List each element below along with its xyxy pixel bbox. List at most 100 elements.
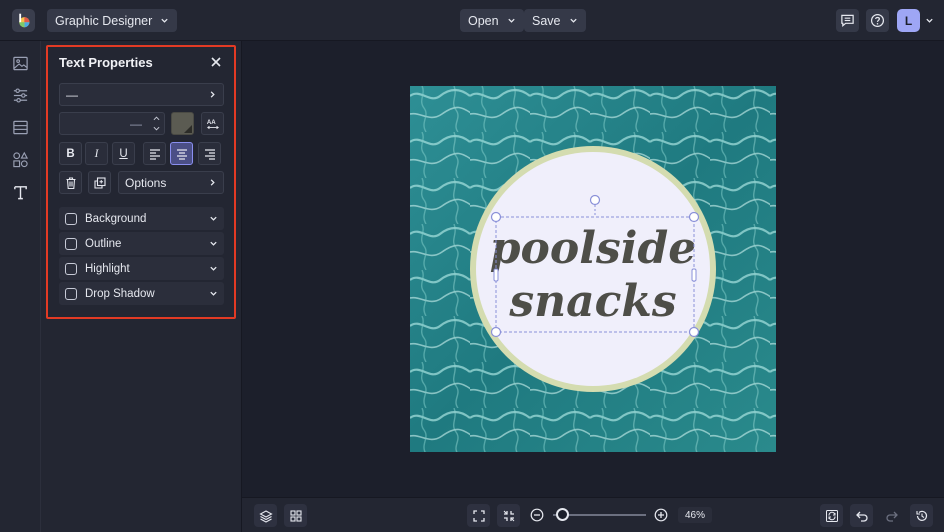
resize-handle-top-left[interactable] <box>490 211 502 223</box>
font-size-stepper[interactable] <box>149 113 163 134</box>
trash-icon <box>66 176 75 189</box>
text-color-swatch[interactable] <box>171 112 194 135</box>
help-button[interactable] <box>866 9 889 32</box>
resize-handle-right[interactable] <box>691 268 697 282</box>
history-button[interactable] <box>910 504 933 527</box>
grid-icon <box>289 509 302 522</box>
effect-drop-shadow[interactable]: Drop Shadow <box>59 282 224 305</box>
chevron-right-icon <box>210 179 215 186</box>
options-label: Options <box>125 175 167 190</box>
mode-dropdown[interactable]: Graphic Designer <box>47 9 178 32</box>
underline-button[interactable]: U <box>112 142 135 165</box>
font-family-value: — <box>66 87 78 102</box>
refresh-button[interactable] <box>820 504 843 527</box>
effect-label: Highlight <box>85 262 130 275</box>
chevron-down-icon[interactable] <box>925 16 934 25</box>
checkbox[interactable] <box>65 287 77 300</box>
image-icon <box>13 56 28 71</box>
chevron-down-icon <box>210 216 217 221</box>
effect-label: Outline <box>85 237 122 250</box>
fit-to-screen-button[interactable] <box>467 504 490 527</box>
rail-item-layout[interactable] <box>11 118 30 137</box>
sliders-icon <box>13 88 28 103</box>
open-dropdown[interactable]: Open <box>460 9 524 32</box>
undo-icon <box>855 511 868 522</box>
font-size-value: — <box>130 116 142 131</box>
effect-label: Drop Shadow <box>85 287 155 300</box>
effect-background[interactable]: Background <box>59 207 224 230</box>
redo-button[interactable] <box>880 504 903 527</box>
align-right-button[interactable] <box>198 142 221 165</box>
canvas-text-line-1[interactable]: poolside <box>490 223 696 274</box>
checkbox[interactable] <box>65 237 77 250</box>
layers-icon <box>258 509 273 523</box>
refresh-icon <box>825 509 838 522</box>
mode-label: Graphic Designer <box>55 13 153 28</box>
chevron-up-icon[interactable] <box>153 116 160 121</box>
resize-handle-bottom-right[interactable] <box>688 326 700 338</box>
resize-handle-bottom-left[interactable] <box>490 326 502 338</box>
logo-icon <box>19 13 30 28</box>
align-center-icon <box>176 148 187 160</box>
effect-highlight[interactable]: Highlight <box>59 257 224 280</box>
panel-title: Text Properties <box>59 55 153 70</box>
zoom-in-icon[interactable] <box>654 508 668 522</box>
text-case-icon: AA <box>206 119 219 129</box>
undo-button[interactable] <box>850 504 873 527</box>
help-icon <box>870 13 885 28</box>
checkbox[interactable] <box>65 262 77 275</box>
user-avatar[interactable]: L <box>897 9 920 32</box>
chevron-down-icon <box>210 266 217 271</box>
checkbox[interactable] <box>65 212 77 225</box>
effect-outline[interactable]: Outline <box>59 232 224 255</box>
app-logo[interactable] <box>12 9 35 32</box>
canvas-text-line-2[interactable]: snacks <box>508 276 676 327</box>
text-icon <box>14 186 27 200</box>
chevron-down-icon <box>210 291 217 296</box>
zoom-out-icon[interactable] <box>530 508 544 522</box>
rail-item-text[interactable] <box>11 183 30 202</box>
chevron-right-icon <box>210 91 215 98</box>
effect-label: Background <box>85 212 147 225</box>
align-left-button[interactable] <box>143 142 166 165</box>
chevron-down-icon <box>210 241 217 246</box>
rail-item-adjust[interactable] <box>11 86 30 105</box>
rotate-handle[interactable] <box>589 194 601 206</box>
align-left-icon <box>149 148 160 160</box>
expand-icon <box>472 509 485 522</box>
svg-text:AA: AA <box>206 119 215 126</box>
delete-button[interactable] <box>59 171 82 194</box>
duplicate-button[interactable] <box>88 171 111 194</box>
bold-button[interactable]: B <box>59 142 82 165</box>
chevron-down-icon <box>569 18 577 23</box>
options-button[interactable]: Options <box>118 171 224 194</box>
resize-handle-left[interactable] <box>493 268 499 282</box>
rail-item-graphics[interactable] <box>11 150 30 169</box>
comments-button[interactable] <box>836 9 859 32</box>
rail-item-image[interactable] <box>11 54 30 73</box>
align-right-icon <box>204 148 215 160</box>
comment-icon <box>841 14 854 27</box>
layout-icon <box>13 120 28 135</box>
open-label: Open <box>468 13 499 28</box>
zoom-slider-handle[interactable] <box>556 508 569 521</box>
font-family-select[interactable]: — <box>59 83 224 106</box>
chevron-down-icon <box>507 18 515 23</box>
zoom-value[interactable]: 46% <box>678 507 712 523</box>
resize-handle-top-right[interactable] <box>688 211 700 223</box>
align-center-button[interactable] <box>170 142 193 165</box>
design-canvas: poolside snacks <box>410 86 776 452</box>
close-icon[interactable] <box>209 55 223 69</box>
text-case-button[interactable]: AA <box>201 112 224 135</box>
tool-rail <box>0 41 41 532</box>
history-icon <box>915 510 927 521</box>
grid-button[interactable] <box>284 504 307 527</box>
artboard[interactable]: poolside snacks <box>410 86 776 452</box>
save-label: Save <box>532 13 561 28</box>
actual-size-button[interactable] <box>497 504 520 527</box>
chevron-down-icon[interactable] <box>153 126 160 131</box>
italic-button[interactable]: I <box>85 142 108 165</box>
save-dropdown[interactable]: Save <box>524 9 586 32</box>
layers-button[interactable] <box>254 504 277 527</box>
duplicate-icon <box>93 176 106 189</box>
